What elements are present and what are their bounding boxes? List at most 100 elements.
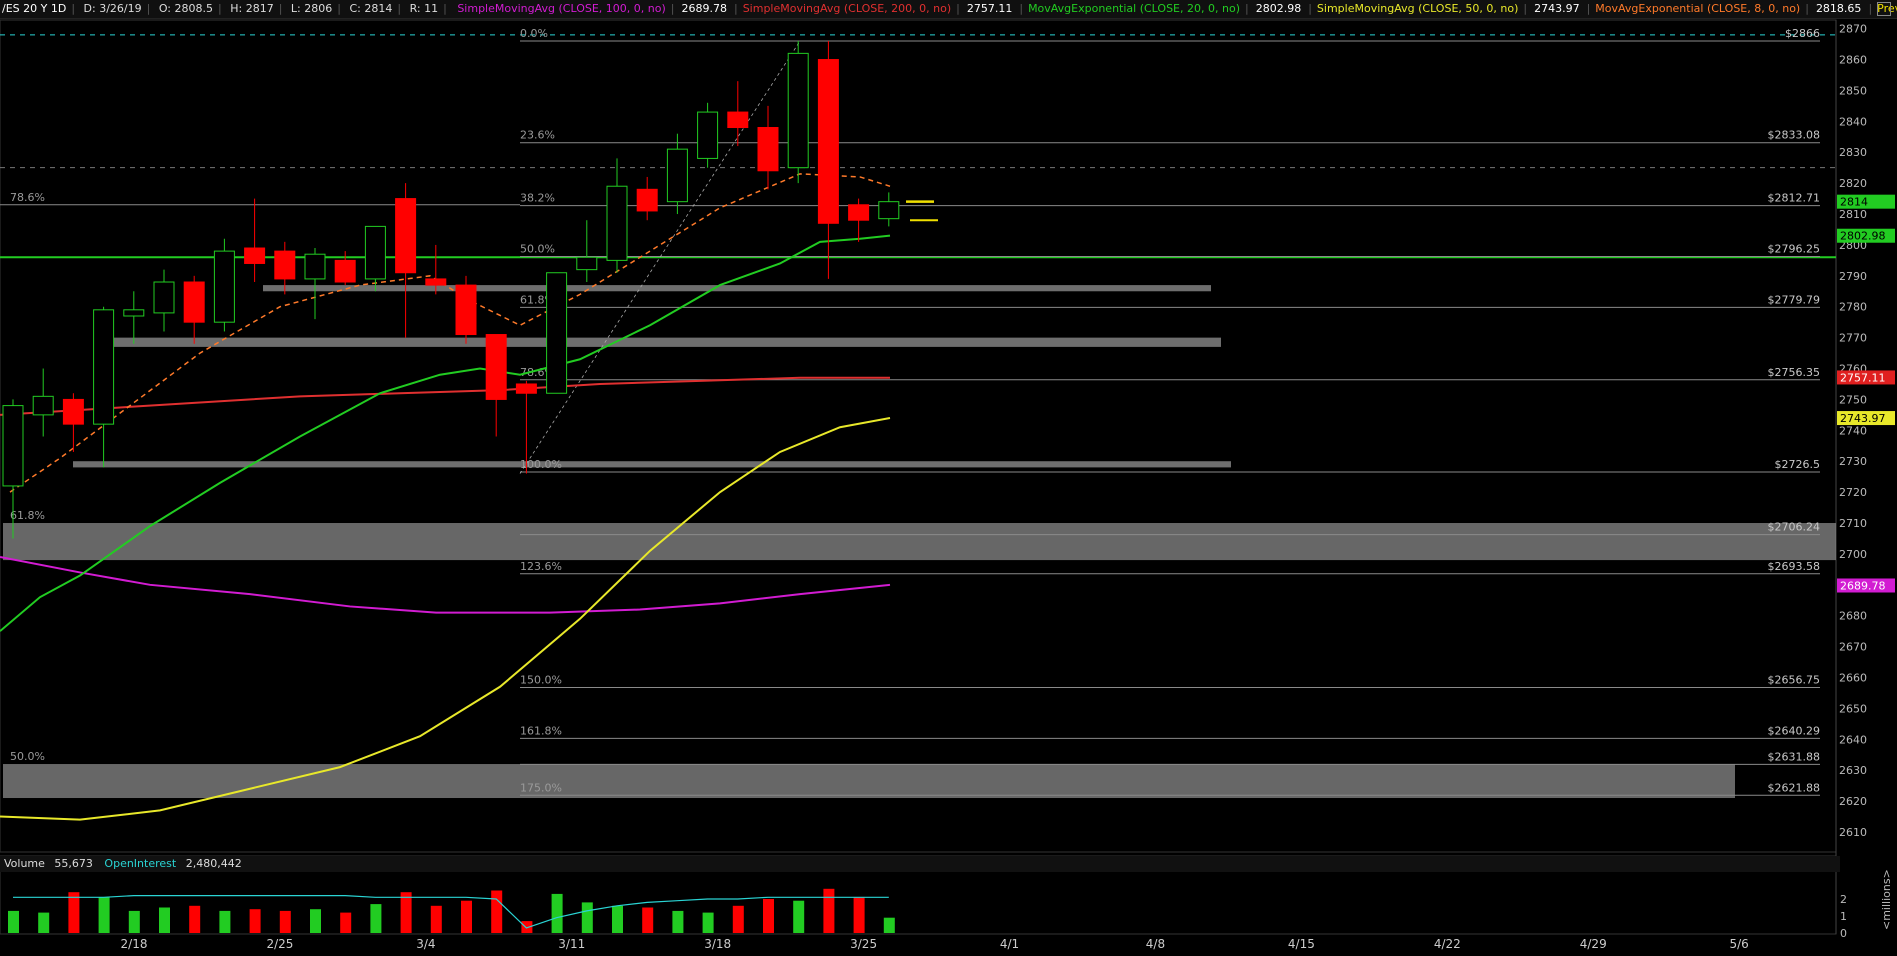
- volume-bar: [340, 912, 352, 933]
- volume-bar: [8, 910, 19, 933]
- candle-body: [576, 256, 598, 271]
- x-tick-label: 4/29: [1580, 937, 1607, 951]
- candle-body: [183, 281, 205, 323]
- volume-label: Volume: [4, 857, 45, 870]
- volume-tick-label: 0: [1840, 927, 1847, 940]
- x-tick-label: 3/25: [850, 937, 877, 951]
- volume-bar: [430, 905, 442, 933]
- price-chart[interactable]: 0.0% $2866 23.6% $2833.08 38.2% $2812.71 50.0%…: [0, 0, 1897, 956]
- fib-label: 123.6%: [520, 560, 562, 573]
- volume-bar: [732, 905, 744, 933]
- fib-price-label: $2693.58: [1768, 560, 1821, 573]
- candle-body: [2, 405, 24, 487]
- candle-body: [515, 383, 537, 394]
- volume-bar: [793, 900, 805, 933]
- candle-body: [727, 111, 749, 129]
- y-tick-label: 2680: [1839, 610, 1867, 623]
- volume-bar: [883, 917, 895, 933]
- y-tick-label: 2650: [1839, 702, 1867, 715]
- volume-bar: [68, 892, 80, 933]
- candle-body: [848, 204, 870, 221]
- y-tick-label: 2860: [1839, 54, 1867, 67]
- candle-body: [787, 52, 809, 169]
- sma-100-line: [0, 556, 891, 614]
- fib-label: 23.6%: [520, 129, 555, 142]
- volume-bar: [279, 910, 291, 933]
- x-tick-label: 3/11: [558, 937, 585, 951]
- y-tick-label: 2850: [1839, 84, 1867, 97]
- sma-200-line: [0, 376, 890, 416]
- fib-label: 50.0%: [520, 243, 555, 256]
- volume-bar: [853, 897, 865, 933]
- volume-bar: [219, 910, 231, 933]
- x-tick-label: 3/18: [704, 937, 731, 951]
- ema-8-line: [9, 173, 891, 493]
- fib-label-left: 78.6%: [10, 191, 45, 204]
- fib-label: 0.0%: [520, 27, 548, 40]
- candle-body: [878, 201, 900, 220]
- volume-bar: [551, 893, 563, 933]
- fib-price-label: $2640.29: [1768, 724, 1821, 737]
- x-tick-label: 2/25: [266, 937, 293, 951]
- volume-bar: [642, 907, 654, 933]
- volume-bar: [98, 897, 110, 933]
- y-tick-label: 2630: [1839, 764, 1867, 777]
- volume-bar: [38, 912, 50, 933]
- candle-body: [697, 111, 719, 159]
- candle-body: [364, 225, 386, 280]
- fib-label: 150.0%: [520, 674, 562, 687]
- fib-price-label: $2621.88: [1768, 781, 1821, 794]
- x-tick-label: 4/1: [1000, 937, 1019, 951]
- volume-axis-unit: <millions>: [1880, 869, 1893, 930]
- volume-bar: [310, 909, 321, 933]
- fib-price-label: $2833.08: [1768, 129, 1821, 142]
- volume-tick-label: 1: [1840, 910, 1847, 923]
- candle-body: [485, 334, 507, 400]
- candle-body: [757, 127, 779, 172]
- open-interest-label: OpenInterest: [104, 857, 177, 870]
- y-tick-label: 2700: [1839, 548, 1867, 561]
- fib-price-label: $2796.25: [1768, 243, 1821, 256]
- volume-bar: [491, 890, 503, 933]
- y-tick-label: 2790: [1839, 270, 1867, 283]
- y-tick-label: 2780: [1839, 301, 1867, 314]
- y-tick-label: 2660: [1839, 672, 1867, 685]
- fib-label-left: 50.0%: [10, 750, 45, 763]
- x-tick-label: 4/15: [1288, 937, 1315, 951]
- volume-bar: [672, 910, 684, 933]
- candle-body: [213, 250, 235, 323]
- support-zone: [3, 523, 1836, 561]
- open-interest-value: 2,480,442: [185, 857, 242, 870]
- y-tick-label: 2730: [1839, 455, 1867, 468]
- y-tick-label: 2720: [1839, 486, 1867, 499]
- volume-legend: Volume 55,673 OpenInterest 2,480,442: [0, 856, 1840, 872]
- candle-body: [395, 198, 417, 274]
- y-tick-label: 2810: [1839, 208, 1867, 221]
- x-tick-label: 5/6: [1729, 937, 1748, 951]
- support-zone: [3, 764, 1735, 799]
- candle-body: [274, 250, 296, 280]
- price-tag-label: 2743.97: [1840, 412, 1886, 425]
- volume-bar: [370, 904, 382, 933]
- support-zone: [96, 337, 1221, 347]
- candle-body: [425, 278, 447, 286]
- x-tick-label: 3/4: [416, 937, 435, 951]
- open-interest-line: [13, 895, 889, 929]
- y-tick-label: 2670: [1839, 641, 1867, 654]
- y-tick-label: 2750: [1839, 393, 1867, 406]
- volume-bar: [128, 910, 140, 933]
- candle-body: [32, 395, 54, 416]
- volume-bar: [189, 905, 201, 933]
- fib-price-label: $2631.88: [1768, 750, 1821, 763]
- x-tick-label: 4/8: [1146, 937, 1165, 951]
- fib-price-label: $2706.24: [1768, 521, 1821, 534]
- candle-body: [244, 247, 266, 264]
- fib-price-label: $2656.75: [1768, 674, 1821, 687]
- price-tag-label: 2802.98: [1840, 230, 1886, 243]
- candle-body: [455, 284, 477, 336]
- price-tag-label: 2757.11: [1840, 371, 1886, 384]
- y-tick-label: 2830: [1839, 146, 1867, 159]
- fib-label: 161.8%: [520, 724, 562, 737]
- candle-body: [304, 253, 326, 280]
- y-tick-label: 2620: [1839, 795, 1867, 808]
